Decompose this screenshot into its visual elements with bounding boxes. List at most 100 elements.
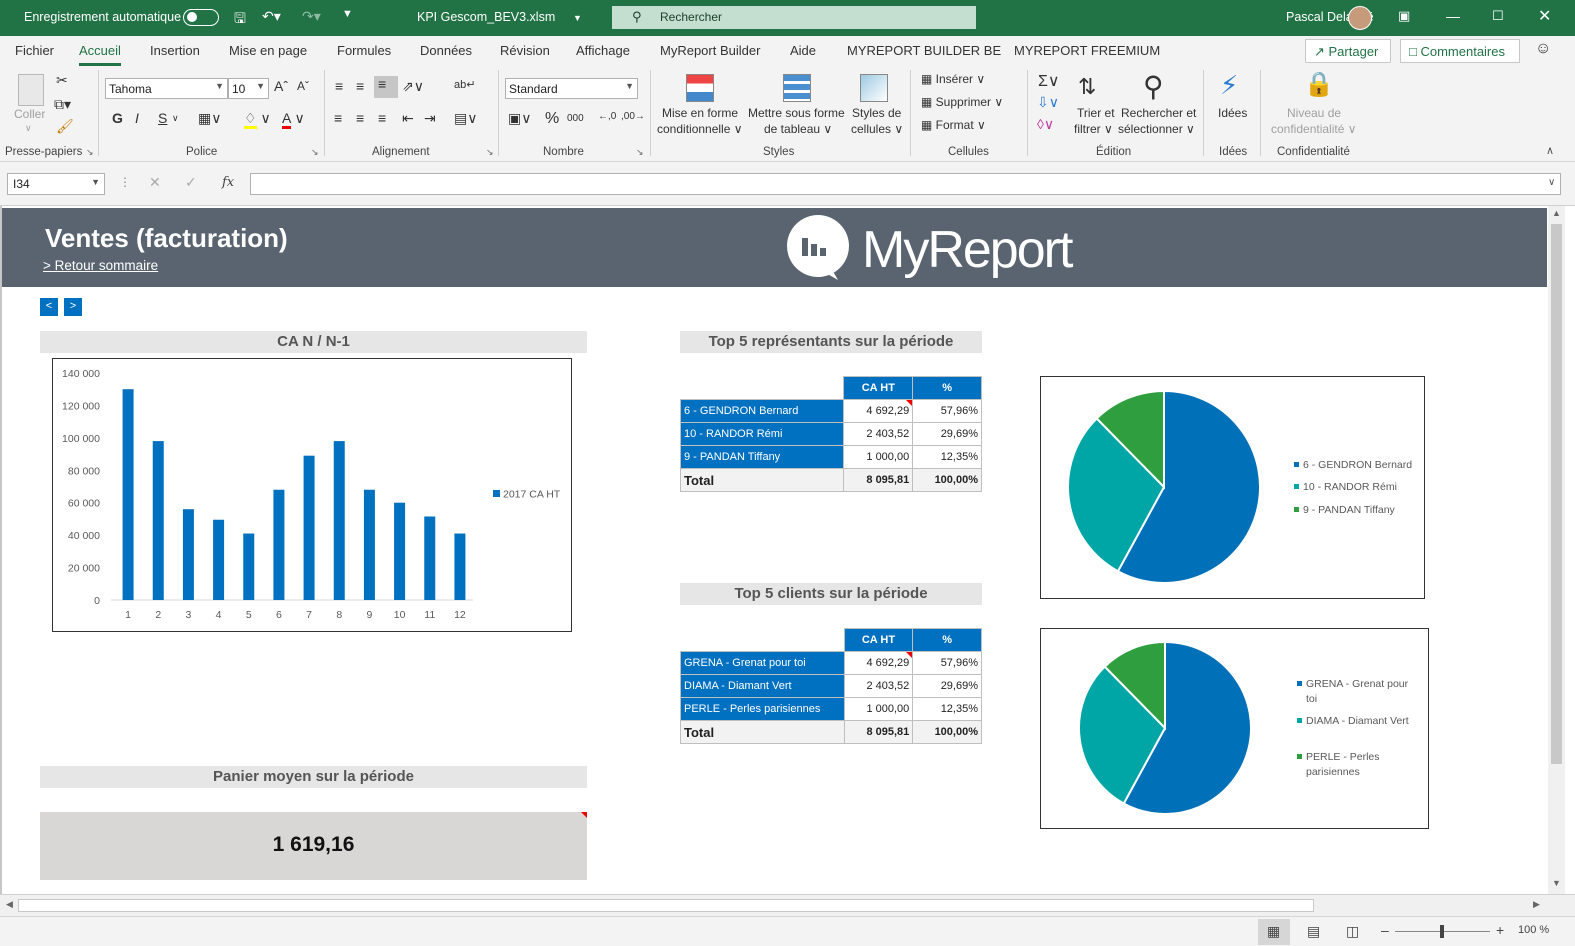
rep-pct[interactable]: 12,35% [912,445,982,469]
total-pct[interactable]: 100,00% [912,468,982,492]
tab-insertion[interactable]: Insertion [150,43,200,58]
bar[interactable] [394,502,406,600]
cell-styles-icon[interactable] [860,74,888,102]
comma-style-icon[interactable]: 000 [567,113,584,124]
tab-formules[interactable]: Formules [337,43,391,58]
underline-button[interactable]: S [158,110,167,126]
sensitivity-icon[interactable]: 🔒 [1304,70,1334,99]
tab-myreport-builder-be[interactable]: MYREPORT BUILDER BE [847,43,1001,58]
wrap-text-icon[interactable]: ab↵ [454,78,475,91]
decrease-font-icon[interactable]: Aˇ [297,79,309,93]
conditional-formatting-label-1[interactable]: Mise en forme [662,105,738,121]
save-icon[interactable]: 🖫 [234,8,246,32]
cell-styles-label-2[interactable]: cellules ∨ [851,121,903,137]
table-row[interactable]: GRENA - Grenat pour toi 4 692,29 57,96% [680,651,982,675]
ideas-icon[interactable]: ⚡ [1220,70,1238,101]
sort-filter-label-2[interactable]: filtrer ∨ [1074,121,1113,137]
bar[interactable] [152,441,164,600]
tab-affichage[interactable]: Affichage [576,43,630,58]
decrease-decimal-icon[interactable]: ,00→ [621,111,645,122]
scroll-up-icon[interactable]: ▲ [1552,208,1561,218]
client-name[interactable]: DIAMA - Diamant Vert [680,674,845,698]
alignment-launcher-icon[interactable]: ↘ [486,147,494,158]
cancel-icon[interactable]: ✕ [149,174,161,191]
search-box[interactable]: ⚲ Rechercher [612,6,976,29]
bar[interactable] [454,533,466,600]
scroll-left-icon[interactable]: ◀ [6,899,13,910]
autosum-icon[interactable]: Σ∨ [1038,71,1060,91]
zoom-in-icon[interactable]: + [1496,922,1504,938]
align-left-icon[interactable]: ≡ [334,110,342,126]
format-painter-icon[interactable]: 🖌 [56,118,74,135]
delete-cells-button[interactable]: ▦ Supprimer ∨ [921,94,1003,110]
orientation-icon[interactable]: ⇗∨ [402,78,424,95]
table-row[interactable]: 10 - RANDOR Rémi 2 403,52 29,69% [679,422,982,446]
rep-name[interactable]: 9 - PANDAN Tiffany [679,445,845,469]
find-select-icon[interactable]: ⚲ [1143,70,1164,103]
normal-view-icon[interactable]: ▦ [1267,923,1280,940]
client-pct[interactable]: 57,96% [912,651,982,675]
tab-donnees[interactable]: Données [420,43,472,58]
client-pct[interactable]: 29,69% [912,674,982,698]
align-bottom-icon[interactable]: ≡ [374,76,398,98]
tab-myreport-freemium[interactable]: MYREPORT FREEMIUM [1014,43,1160,58]
fill-color-icon[interactable]: ♢ ∨ [244,110,271,129]
table-row[interactable]: DIAMA - Diamant Vert 2 403,52 29,69% [680,674,982,698]
rep-pct[interactable]: 57,96% [912,399,982,423]
expand-formula-bar-icon[interactable]: ∨ [1548,177,1555,188]
bar[interactable] [273,489,285,600]
previous-page-button[interactable]: < [40,298,58,316]
total-label[interactable]: Total [680,720,845,744]
client-name[interactable]: GRENA - Grenat pour toi [680,651,845,675]
rep-pct[interactable]: 29,69% [912,422,982,446]
decrease-indent-icon[interactable]: ⇤ [402,110,414,127]
back-to-summary-link[interactable]: > Retour sommaire [43,258,158,273]
bar[interactable] [424,516,436,600]
sensitivity-label-1[interactable]: Niveau de [1287,105,1341,121]
clear-icon[interactable]: ◊∨ [1037,116,1054,133]
fill-icon[interactable]: ⇩∨ [1037,94,1059,111]
table-row[interactable]: 6 - GENDRON Bernard 4 692,29 57,96% [679,399,982,423]
format-as-table-label-1[interactable]: Mettre sous forme [748,105,845,121]
reps-pie-chart-frame[interactable]: 6 - GENDRON Bernard 10 - RANDOR Rémi 9 - P… [1040,376,1425,599]
bold-button[interactable]: G [112,110,123,126]
font-name-combo[interactable]: Tahoma ▼ [105,78,228,99]
paste-chevron-icon[interactable]: ∨ [25,120,32,136]
increase-font-icon[interactable]: Aˆ [274,78,288,94]
formula-input[interactable] [250,173,1561,195]
insert-cells-button[interactable]: ▦ Insérer ∨ [921,71,985,87]
cell-styles-label-1[interactable]: Styles de [852,105,901,121]
borders-icon[interactable]: ▦∨ [198,110,221,127]
customize-toolbar-icon[interactable]: ▼ [342,8,353,20]
bar[interactable] [303,455,315,600]
zoom-out-icon[interactable]: – [1381,922,1389,938]
total-label[interactable]: Total [679,468,845,492]
bar[interactable] [243,533,255,600]
client-ca[interactable]: 1 000,00 [843,697,914,721]
avatar[interactable] [1348,6,1372,30]
name-box[interactable]: I34 ▼ [7,173,105,195]
sort-filter-icon[interactable]: ⇅ [1078,74,1096,100]
tab-revision[interactable]: Révision [500,43,550,58]
cut-icon[interactable]: ✂ [56,72,68,89]
total-ca[interactable]: 8 095,81 [843,720,914,744]
vertical-scrollbar[interactable]: ▲ ▼ [1548,206,1565,894]
feedback-icon[interactable]: ☺ [1535,40,1551,58]
scroll-down-icon[interactable]: ▼ [1552,878,1561,888]
tab-accueil[interactable]: Accueil [79,43,121,66]
next-page-button[interactable]: > [64,298,82,316]
bar[interactable] [363,489,375,600]
rep-ca[interactable]: 2 403,52 [843,422,914,446]
zoom-slider-thumb[interactable] [1440,925,1444,938]
number-format-combo[interactable]: Standard ▼ [505,78,638,99]
horizontal-scrollbar[interactable]: ◀ ▶ [0,894,1575,916]
accounting-format-icon[interactable]: ▣∨ [508,110,531,127]
bar-chart-frame[interactable]: 0 20 000 40 000 60 000 80 000 100 000 120 000 1… [52,358,572,632]
tab-aide[interactable]: Aide [790,43,816,58]
align-top-icon[interactable]: ≡ [335,78,343,94]
table-row[interactable]: PERLE - Perles parisiennes 1 000,00 12,3… [680,697,982,721]
bar[interactable] [213,519,225,600]
client-pct[interactable]: 12,35% [912,697,982,721]
ideas-label[interactable]: Idées [1218,105,1247,121]
rep-ca[interactable]: 4 692,29 [843,399,914,423]
